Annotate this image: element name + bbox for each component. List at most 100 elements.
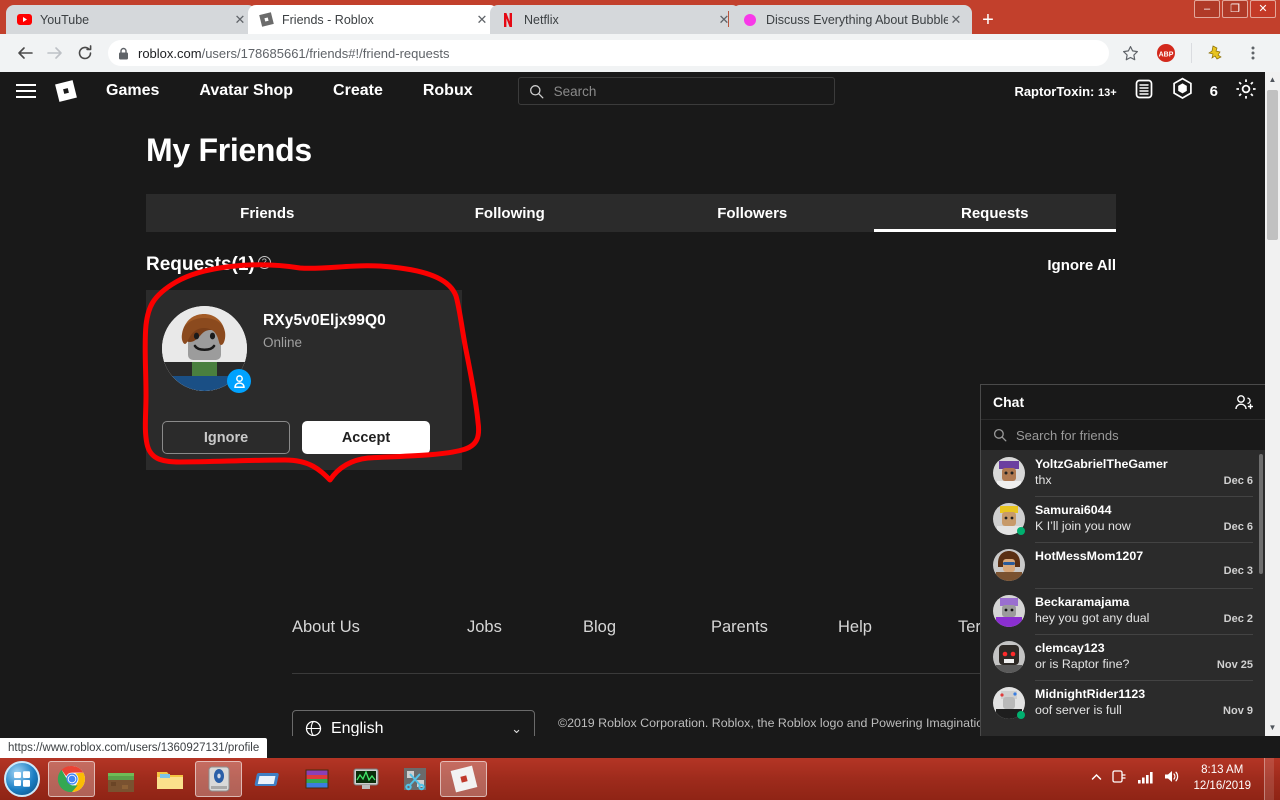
taskbar-item-task-manager[interactable] — [342, 761, 389, 797]
conversation-message: or is Raptor fine? — [1035, 657, 1130, 671]
ignore-all-button[interactable]: Ignore All — [1047, 257, 1116, 274]
conversation-date: Nov 9 — [1223, 705, 1253, 717]
chat-title: Chat — [993, 394, 1025, 410]
action-center-icon[interactable] — [1111, 768, 1128, 790]
username-label[interactable]: RaptorToxin: 13+ — [1014, 84, 1116, 99]
conversation-date: Dec 2 — [1223, 613, 1253, 625]
tab-followers[interactable]: Followers — [631, 194, 874, 232]
toolbar-right-group: ABP — [1115, 38, 1270, 68]
footer-link-about-us[interactable]: About Us — [292, 618, 467, 637]
accept-button[interactable]: Accept — [302, 421, 430, 454]
footer-link-jobs[interactable]: Jobs — [467, 618, 583, 637]
footer-link-blog[interactable]: Blog — [583, 618, 711, 637]
taskbar-item-window[interactable] — [244, 761, 291, 797]
list-item[interactable]: MidnightRider1123 oof server is full Nov… — [981, 680, 1265, 726]
tab-title: Netflix — [524, 12, 559, 27]
nav-link-games[interactable]: Games — [106, 82, 159, 100]
messages-icon[interactable] — [1133, 78, 1155, 105]
taskbar-item-winrar[interactable] — [293, 761, 340, 797]
bookmark-star-icon[interactable] — [1115, 38, 1145, 68]
avatar-image — [993, 549, 1025, 581]
close-icon[interactable]: ✕ — [232, 12, 248, 28]
back-icon[interactable] — [10, 38, 40, 68]
avatar — [993, 595, 1025, 627]
language-select[interactable]: English ⌄ — [292, 710, 535, 736]
avatar — [993, 503, 1025, 535]
gear-icon[interactable] — [1234, 77, 1258, 106]
tab-following[interactable]: Following — [389, 194, 632, 232]
close-icon[interactable]: ✕ — [716, 12, 732, 28]
roblox-logo-icon[interactable] — [54, 79, 78, 103]
taskbar-item-chrome[interactable] — [48, 761, 95, 797]
new-tab-button[interactable]: + — [975, 8, 1001, 34]
scrollbar-thumb[interactable] — [1267, 90, 1278, 240]
close-icon[interactable]: ✕ — [948, 12, 964, 28]
page-scrollbar[interactable]: ▲ ▼ — [1265, 72, 1280, 736]
conversation-text: Samurai6044 K I’ll join you now Dec 6 — [1035, 503, 1253, 535]
nav-link-avatar-shop[interactable]: Avatar Shop — [199, 82, 293, 100]
clock-time: 8:13 AM — [1201, 764, 1244, 777]
online-status-dot — [1017, 527, 1025, 535]
conversation-name: HotMessMom1207 — [1035, 549, 1144, 563]
tab-friends[interactable]: Friends — [146, 194, 389, 232]
window-close-button[interactable]: ✕ — [1250, 0, 1276, 18]
tab-requests[interactable]: Requests — [873, 194, 1117, 232]
list-item[interactable]: YoltzGabrielTheGamer thx Dec 6 — [981, 450, 1265, 496]
browser-tab-roblox[interactable]: Friends - Roblox ✕ — [248, 5, 498, 34]
maximize-button[interactable]: ❐ — [1222, 0, 1248, 18]
help-icon[interactable]: ? — [257, 256, 271, 269]
clock-date: 12/16/2019 — [1193, 780, 1251, 792]
footer-link-parents[interactable]: Parents — [711, 618, 838, 637]
scroll-down-icon[interactable]: ▼ — [1265, 720, 1280, 736]
list-item[interactable]: Samurai6044 K I’ll join you now Dec 6 — [981, 496, 1265, 542]
list-item[interactable]: Beckaramajama hey you got any dual Dec 2 — [981, 588, 1265, 634]
page-title: My Friends — [146, 132, 312, 168]
scroll-up-icon[interactable]: ▲ — [1265, 72, 1280, 88]
search-input[interactable]: Search — [517, 77, 835, 105]
browser-tab-youtube[interactable]: YouTube ✕ — [6, 5, 256, 34]
close-icon[interactable]: ✕ — [474, 12, 490, 28]
taskbar-item-minecraft[interactable] — [97, 761, 144, 797]
address-bar[interactable]: roblox.com/users/178685661/friends#!/fri… — [108, 40, 1109, 66]
browser-window: YouTube ✕ Friends - Roblox ✕ Netflix ✕ D… — [0, 0, 1280, 800]
chat-conversation-list[interactable]: YoltzGabrielTheGamer thx Dec 6 Samurai60… — [981, 450, 1265, 736]
abp-icon[interactable]: ABP — [1151, 38, 1181, 68]
forward-icon[interactable] — [40, 38, 70, 68]
list-item[interactable]: clemcay123 or is Raptor fine? Nov 25 — [981, 634, 1265, 680]
robux-icon[interactable] — [1171, 77, 1194, 105]
taskbar-item-snipping-tool[interactable] — [391, 761, 438, 797]
browser-tab-discuss[interactable]: Discuss Everything About Bubble ✕ — [732, 5, 972, 34]
window-controls: – ❐ ✕ — [1194, 0, 1276, 18]
tray-expand-icon[interactable] — [1091, 770, 1102, 788]
nav-link-robux[interactable]: Robux — [423, 82, 473, 100]
minimize-button[interactable]: – — [1194, 0, 1220, 18]
taskbar-clock[interactable]: 8:13 AM 12/16/2019 — [1189, 763, 1255, 794]
chat-scrollbar[interactable] — [1259, 454, 1263, 574]
request-username[interactable]: RXy5v0Eljx99Q0 — [263, 312, 386, 330]
show-desktop-button[interactable] — [1264, 758, 1274, 800]
list-item[interactable]: HotMessMom1207 Dec 3 — [981, 542, 1265, 588]
taskbar-item-file-explorer[interactable] — [146, 761, 193, 797]
browser-tab-netflix[interactable]: Netflix ✕ — [490, 5, 740, 34]
chrome-menu-icon[interactable] — [1238, 38, 1268, 68]
taskbar-item-disc-drive[interactable] — [195, 761, 242, 797]
reload-icon[interactable] — [70, 38, 100, 68]
friends-tabs: Friends Following Followers Requests — [146, 194, 1116, 232]
avatar[interactable] — [162, 306, 251, 393]
hamburger-menu-icon[interactable] — [16, 80, 36, 102]
conversation-text: clemcay123 or is Raptor fine? Nov 25 — [1035, 641, 1253, 673]
chat-search-input[interactable]: Search for friends — [981, 419, 1265, 450]
volume-icon[interactable] — [1163, 769, 1180, 789]
ignore-button[interactable]: Ignore — [162, 421, 290, 454]
extension-icon[interactable] — [1202, 38, 1232, 68]
taskbar-item-roblox[interactable] — [440, 761, 487, 797]
footer-link-help[interactable]: Help — [838, 618, 958, 637]
online-status-dot — [1017, 711, 1025, 719]
network-icon[interactable] — [1137, 770, 1154, 789]
chat-header[interactable]: Chat — [981, 385, 1265, 419]
start-button-icon[interactable] — [4, 761, 40, 797]
search-icon — [529, 84, 544, 99]
nav-link-create[interactable]: Create — [333, 82, 383, 100]
taskbar-items — [48, 761, 487, 797]
add-friends-icon[interactable] — [1234, 394, 1253, 411]
